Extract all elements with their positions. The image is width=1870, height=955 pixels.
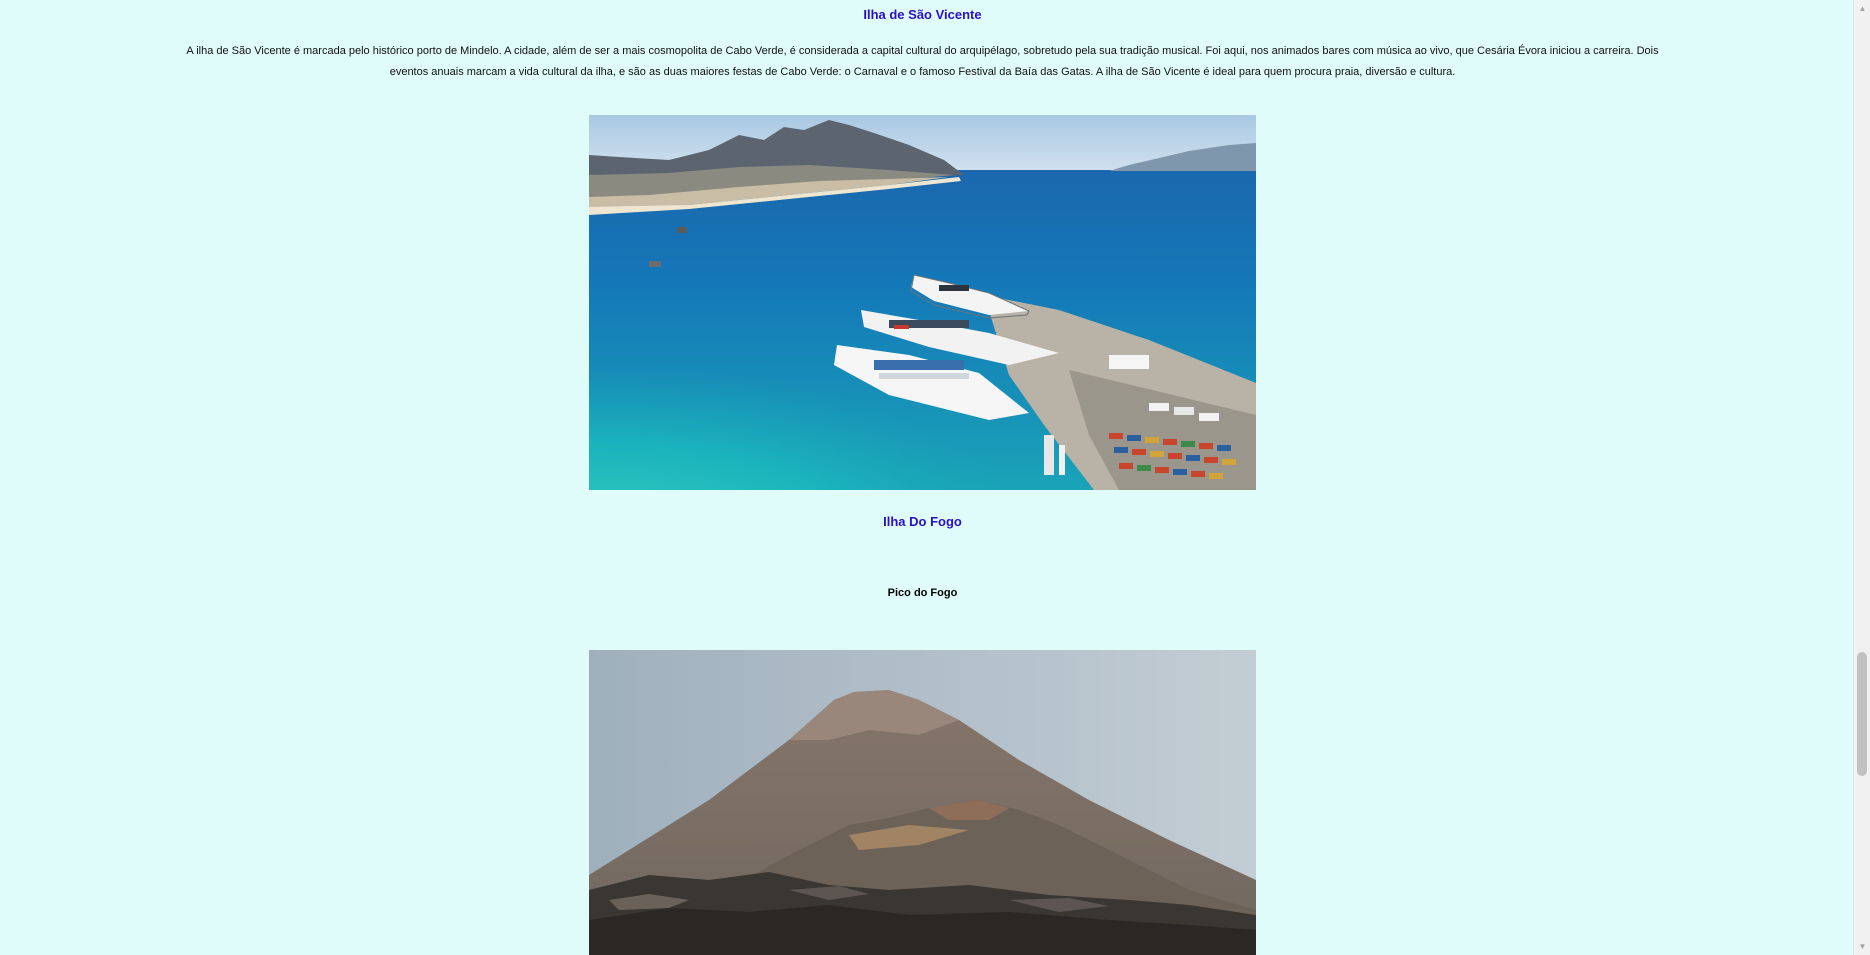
sao-vicente-port-photo <box>589 115 1256 490</box>
page-content: Ilha de São Vicente A ilha de São Vicent… <box>0 0 1853 955</box>
scroll-down-icon[interactable]: ▼ <box>1854 938 1870 955</box>
sao-vicente-heading: Ilha de São Vicente <box>863 7 982 22</box>
sao-vicente-description: A ilha de São Vicente é marcada pelo his… <box>186 45 1659 78</box>
vertical-scrollbar[interactable]: ▲ ▼ <box>1853 0 1870 955</box>
scrollbar-thumb[interactable] <box>1857 652 1867 776</box>
fogo-subtitle: Pico do Fogo <box>887 587 958 599</box>
fogo-heading: Ilha Do Fogo <box>883 514 962 529</box>
pico-do-fogo-photo <box>589 650 1256 955</box>
scroll-up-icon[interactable]: ▲ <box>1854 0 1870 17</box>
